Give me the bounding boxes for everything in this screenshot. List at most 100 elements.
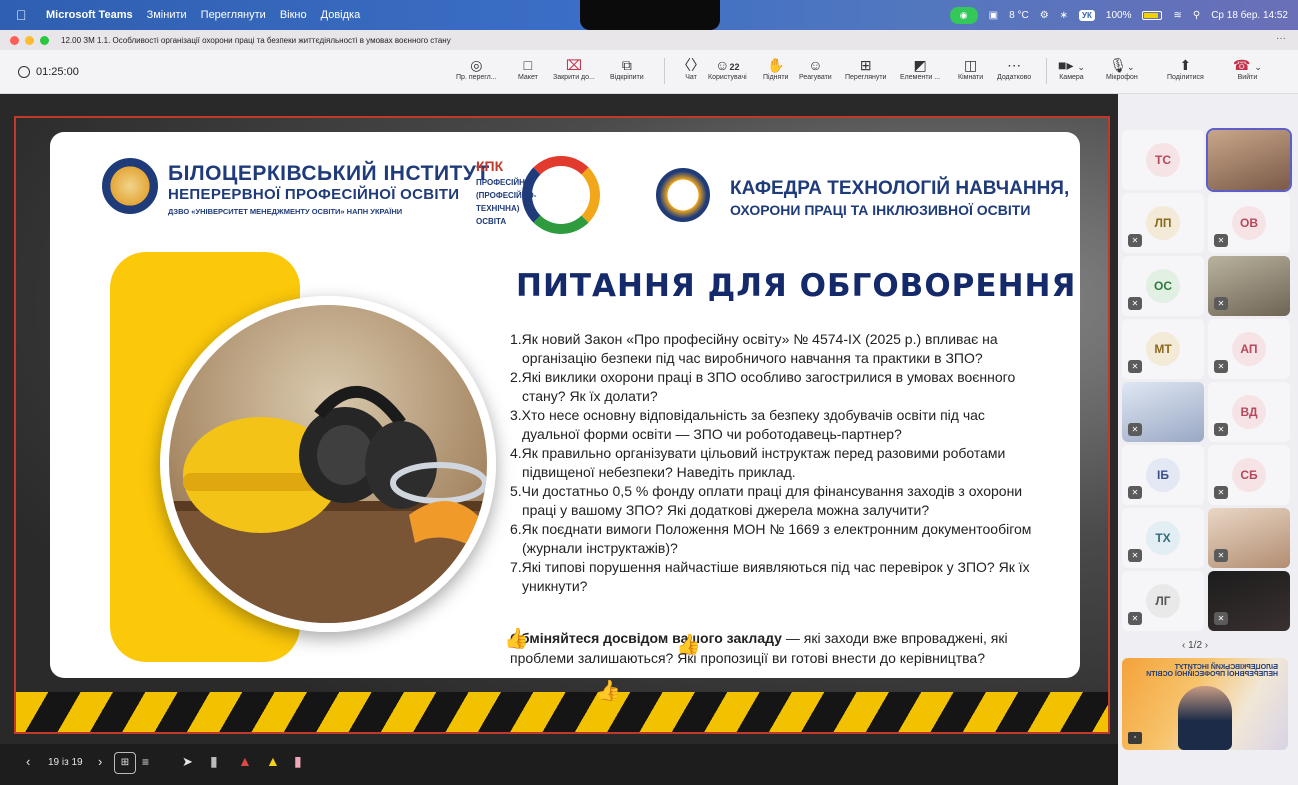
clear-ink-icon[interactable]: ▮: [294, 753, 302, 770]
view-button[interactable]: ⊞ Переглянути: [845, 56, 886, 81]
participant-tile[interactable]: [1206, 128, 1292, 192]
thumbs-up-reaction-icon: 👍: [504, 628, 529, 650]
screen-icon[interactable]: ▣: [989, 10, 998, 21]
camera-button[interactable]: ■▸ ⌄ Камера: [1058, 56, 1085, 81]
share-button[interactable]: ⬆ Поділитися: [1167, 56, 1204, 81]
pointer-icon[interactable]: ➤: [182, 754, 193, 770]
menu-help[interactable]: Довідка: [321, 9, 361, 21]
participant-tile[interactable]: ВД ✕: [1208, 382, 1290, 442]
question-line: організацію безпеки під час виробничого …: [522, 350, 983, 366]
raise-hand-button[interactable]: ✋ Підняти: [763, 56, 788, 81]
muted-mic-icon: ✕: [1128, 486, 1142, 499]
question-item: 3.Хто несе основну відповідальність за б…: [510, 406, 1076, 444]
participant-tile[interactable]: ЛП ✕: [1122, 193, 1204, 253]
people-button[interactable]: ☺22 Користувачі: [708, 56, 747, 81]
kpk-title: КПК: [476, 158, 504, 174]
menu-edit[interactable]: Змінити: [147, 9, 187, 21]
keyboard-lang[interactable]: УК: [1079, 9, 1095, 21]
menu-app-name[interactable]: Microsoft Teams: [46, 9, 133, 21]
apps-icon: ◩: [913, 57, 927, 73]
camera-notch: [580, 0, 720, 30]
menu-view[interactable]: Переглянути: [201, 9, 266, 21]
battery-percent: 100%: [1105, 9, 1132, 21]
participant-tile[interactable]: СБ ✕: [1208, 445, 1290, 505]
shared-slide[interactable]: БІЛОЦЕРКІВСЬКИЙ ІНСТИТУТ НЕПЕРЕРВНОЇ ПРО…: [14, 116, 1110, 734]
muted-mic-icon: ✕: [1214, 297, 1228, 310]
hand-icon: ✋: [767, 57, 785, 73]
muted-mic-icon: ✕: [1128, 234, 1142, 247]
participant-tile[interactable]: ✕: [1208, 508, 1290, 568]
apps-label: Елементи ...: [900, 74, 941, 81]
search-icon[interactable]: ⚲: [1193, 10, 1200, 21]
question-line: (журнали інструктажів)?: [522, 540, 678, 556]
participants-pager[interactable]: ‹ 1/2 ›: [1182, 640, 1208, 651]
more-options-icon[interactable]: ···: [1276, 33, 1286, 44]
slide-counter: 19 із 19: [48, 757, 83, 768]
thumbs-up-reaction-icon: 👍: [596, 680, 621, 702]
stop-sharing-button[interactable]: ⌧ Закрити до...: [553, 56, 595, 81]
video-recording-icon[interactable]: ◉: [949, 6, 978, 24]
settings-sliders-icon[interactable]: ≡: [142, 755, 149, 769]
exchange-prompt: Обміняйтеся досвідом вашого закладу — як…: [510, 628, 1080, 668]
question-item: 6.Як поєднати вимоги Положення МОН № 166…: [510, 520, 1076, 558]
fullscreen-window-button[interactable]: [40, 35, 49, 45]
weather-temp[interactable]: 8 °C: [1009, 10, 1029, 21]
grid-view-icon[interactable]: ⊞: [114, 752, 136, 774]
kpk-subtitle: ПРОФЕСІЙНА (ПРОФЕСІЙНО-ТЕХНІЧНА) ОСВІТА: [476, 178, 537, 226]
wifi-icon[interactable]: ≋: [1173, 10, 1181, 21]
participant-tile[interactable]: ✕: [1122, 382, 1204, 442]
next-slide-button[interactable]: ›: [98, 754, 102, 769]
minimize-window-button[interactable]: [25, 35, 34, 45]
apple-icon[interactable]: : [16, 7, 38, 23]
participant-tile[interactable]: АП ✕: [1208, 319, 1290, 379]
participant-avatar: ЛГ: [1146, 584, 1180, 618]
close-window-button[interactable]: [10, 35, 19, 45]
bluetooth-icon[interactable]: ∗: [1060, 10, 1068, 21]
more-button[interactable]: ⋯ Додатково: [997, 56, 1031, 81]
participant-avatar: ОС: [1146, 269, 1180, 303]
react-button[interactable]: ☺ Реагувати: [799, 56, 832, 81]
chat-button[interactable]: 〈〉 Чат: [677, 56, 705, 81]
microphone-button[interactable]: 🎙⌄ Мікрофон: [1106, 56, 1138, 81]
rooms-label: Кімнати: [958, 74, 984, 81]
participant-tile[interactable]: ОС ✕: [1122, 256, 1204, 316]
vpn-icon[interactable]: ⚙: [1040, 10, 1049, 21]
preview-button[interactable]: ◎ Пр. перегл...: [456, 56, 497, 81]
participant-tile[interactable]: ТС: [1122, 130, 1204, 190]
rooms-button[interactable]: ◫ Кімнати: [958, 56, 983, 81]
teams-window:  Microsoft Teams Змінити Переглянути Ві…: [0, 0, 1298, 785]
datetime[interactable]: Ср 18 бер. 14:52: [1211, 10, 1288, 21]
hazard-stripes: [16, 692, 1108, 732]
menu-window[interactable]: Вікно: [280, 9, 307, 21]
department-name-line2: ОХОРОНИ ПРАЦІ ТА ІНКЛЮЗИВНОЇ ОСВІТИ: [730, 202, 1031, 218]
previous-slide-button[interactable]: ‹: [26, 754, 30, 769]
participant-tile[interactable]: ІБ ✕: [1122, 445, 1204, 505]
muted-mic-icon: ✕: [1128, 297, 1142, 310]
emoji-icon: ☺: [808, 57, 823, 73]
highlighter-icon[interactable]: ▲: [266, 753, 280, 769]
participant-tile[interactable]: ✕: [1208, 256, 1290, 316]
apps-button[interactable]: ◩ Елементи ...: [900, 56, 940, 81]
red-pen-icon[interactable]: ▲: [238, 753, 252, 769]
layout-icon: □: [523, 57, 533, 73]
participant-tile[interactable]: ТХ ✕: [1122, 508, 1204, 568]
presenter-video[interactable]: БІЛОЦЕРКІВСЬКИЙ ІНСТИТУТ НЕПЕРЕРВНОЇ ПРО…: [1122, 658, 1288, 750]
rooms-icon: ◫: [963, 57, 978, 73]
unpin-button[interactable]: ⧉ Відкріпити: [610, 56, 644, 81]
participant-tile[interactable]: ✕: [1208, 571, 1290, 631]
eraser-icon[interactable]: ▮: [210, 753, 218, 770]
question-item: 4.Як правильно організувати цільовий інс…: [510, 444, 1076, 482]
battery-icon[interactable]: [1142, 10, 1163, 20]
slide-heading: ПИТАННЯ ДЛЯ ОБГОВОРЕННЯ: [516, 268, 1077, 304]
leave-button[interactable]: ☎ ⌄ Вийти: [1233, 56, 1262, 81]
question-line: 3.Хто несе основну відповідальність за б…: [510, 407, 985, 423]
mirrored-caption: БІЛОЦЕРКІВСЬКИЙ ІНСТИТУТ НЕПЕРЕРВНОЇ ПРО…: [1146, 664, 1278, 678]
question-line: 6.Як поєднати вимоги Положення МОН № 166…: [510, 521, 1032, 537]
participant-tile[interactable]: ЛГ ✕: [1122, 571, 1204, 631]
close-share-icon: ⌧: [565, 57, 582, 73]
participant-tile[interactable]: ОВ ✕: [1208, 193, 1290, 253]
layout-button[interactable]: □ Макет: [518, 56, 538, 81]
timer-value: 01:25:00: [36, 66, 79, 78]
question-item: 2.Які виклики охорони праці в ЗПО особли…: [510, 368, 1076, 406]
participant-tile[interactable]: МТ ✕: [1122, 319, 1204, 379]
